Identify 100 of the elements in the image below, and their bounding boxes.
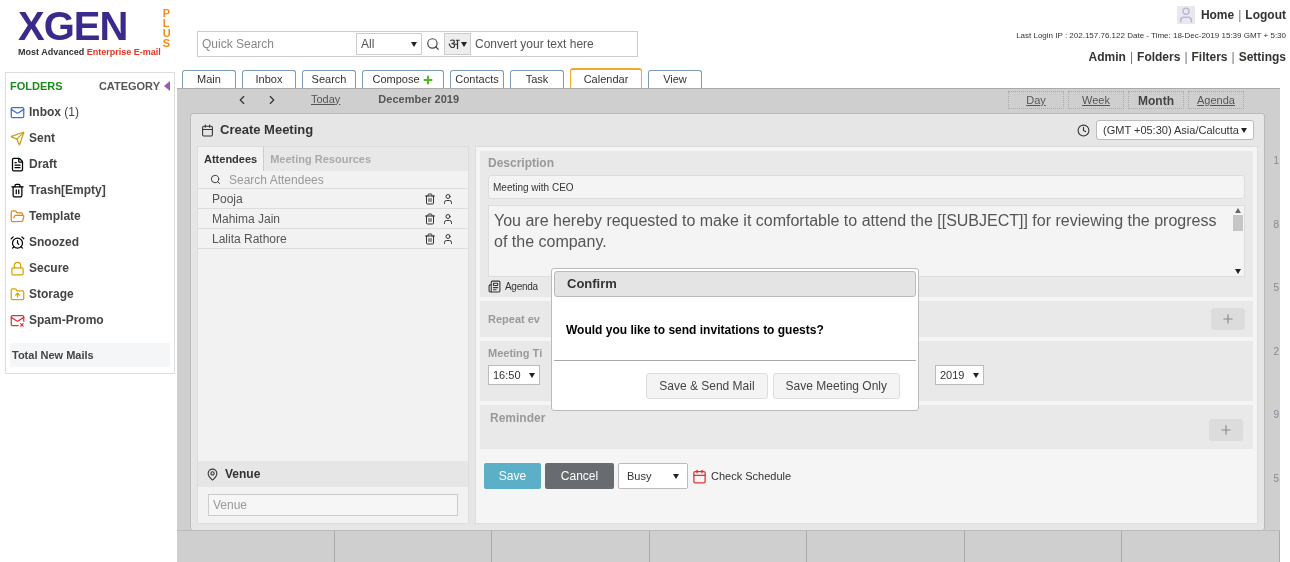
folder-item[interactable]: Secure <box>10 255 170 281</box>
venue-label: Venue <box>225 466 261 483</box>
caret-icon <box>1241 127 1247 133</box>
scope-select[interactable]: All <box>356 33 422 55</box>
alarm-clock-icon <box>10 234 25 250</box>
folder-item[interactable]: Storage <box>10 281 170 307</box>
caret-icon <box>411 41 417 47</box>
calendar-mode-tab[interactable]: Week <box>1068 91 1124 109</box>
reminder-label: Reminder <box>490 410 546 427</box>
cancel-button[interactable]: Cancel <box>545 463 614 489</box>
month-title: December 2019 <box>378 91 460 107</box>
confirm-button[interactable]: Save & Send Mail <box>646 372 768 399</box>
search-bar[interactable]: Quick Search All अ Convert your text here <box>197 31 638 57</box>
meeting-time-label: Meeting Ti <box>488 345 543 361</box>
nav-tab[interactable]: Main <box>182 70 236 88</box>
location-pin-icon <box>206 467 219 481</box>
day-number: 8 <box>1273 217 1279 232</box>
folder-item[interactable]: Template <box>10 203 170 229</box>
day-number: 9 <box>1273 408 1279 423</box>
calendar-mode-tab[interactable]: Day <box>1008 91 1064 109</box>
trash-icon[interactable] <box>424 232 436 245</box>
attendee-name: Pooja <box>212 190 244 208</box>
folder-item[interactable]: Snoozed <box>10 229 170 255</box>
venue-field[interactable]: Venue <box>208 494 458 516</box>
nav-tab[interactable]: View <box>648 70 702 88</box>
lock-icon <box>10 260 25 276</box>
attendee-name: Lalita Rathore <box>212 230 288 248</box>
convert-text-field[interactable]: Convert your text here <box>471 35 637 53</box>
separator: | <box>1183 49 1189 66</box>
header-link[interactable]: Filters <box>1191 48 1228 66</box>
calendar-mode-tab[interactable]: Month <box>1128 91 1184 109</box>
folders-heading: FOLDERS <box>10 78 63 94</box>
trash-icon <box>10 182 25 198</box>
folder-item[interactable]: Sent <box>10 125 170 151</box>
nav-tab[interactable]: Inbox <box>242 70 296 88</box>
spam-icon <box>10 312 25 328</box>
dialog-title: Create Meeting <box>220 121 314 140</box>
separator: | <box>1230 49 1236 66</box>
time-select[interactable]: 16:50 <box>488 365 540 385</box>
confirm-title: Confirm <box>567 275 617 294</box>
logo-tagline: Most Advanced Enterprise E-mail <box>18 46 161 59</box>
search-icon <box>210 174 221 185</box>
confirm-message: Would you like to send invitations to guests? <box>566 321 824 339</box>
document-icon <box>10 156 25 172</box>
panel-tab[interactable]: Attendees <box>198 147 265 171</box>
user-icon[interactable] <box>442 212 454 225</box>
year-select[interactable]: 2019 <box>935 365 984 385</box>
separator: | <box>1128 49 1135 66</box>
confirm-button[interactable]: Save Meeting Only <box>772 372 900 399</box>
nav-tab[interactable]: Contacts <box>450 70 504 88</box>
day-number: 5 <box>1273 471 1279 486</box>
agenda-icon <box>488 280 501 293</box>
day-number: 5 <box>1273 281 1279 296</box>
calendar-icon[interactable] <box>692 468 707 484</box>
trash-icon[interactable] <box>424 192 436 205</box>
script-button[interactable]: अ <box>444 33 471 55</box>
header-link[interactable]: Admin <box>1088 48 1126 66</box>
nav-tab[interactable]: Compose <box>362 70 444 88</box>
plus-icon <box>1219 423 1233 437</box>
search-icon[interactable] <box>426 37 440 51</box>
nav-tab[interactable]: Task <box>510 70 564 88</box>
collapse-icon[interactable] <box>164 81 170 91</box>
header-link[interactable]: Home <box>1200 6 1235 24</box>
header-link[interactable]: Logout <box>1245 6 1286 24</box>
day-number: 1 <box>1273 154 1279 169</box>
caret-icon <box>673 473 679 479</box>
status-select[interactable]: Busy <box>618 463 688 489</box>
clock-icon <box>1077 123 1090 137</box>
user-icon[interactable] <box>442 232 454 245</box>
calendar-mode-tab[interactable]: Agenda <box>1188 91 1244 109</box>
message-textarea[interactable]: You are hereby requested to make it comfortable to attend the [[SUBJECT]] for reviewing the progress of the company. <box>488 205 1245 277</box>
category-heading[interactable]: CATEGORY <box>98 77 170 95</box>
header-link[interactable]: Folders <box>1137 48 1181 66</box>
check-schedule-link[interactable]: Check Schedule <box>711 467 792 485</box>
folder-item[interactable]: Inbox (1) <box>10 99 170 125</box>
folder-item[interactable]: Spam-Promo <box>10 307 170 333</box>
logo-plus: PLUS <box>162 8 172 51</box>
agenda-label[interactable]: Agenda <box>505 279 538 294</box>
day-number: 2 <box>1273 344 1279 359</box>
caret-icon <box>461 41 467 47</box>
scrollbar-thumb[interactable] <box>1233 215 1243 231</box>
folder-icon <box>10 286 25 302</box>
timezone-select[interactable]: (GMT +05:30) Asia/Calcutta <box>1096 120 1254 140</box>
folder-item[interactable]: Trash[Empty] <box>10 177 170 203</box>
last-login-text: Last Login IP : 202.157.76.122 Date - Time: 18-Dec-2019 15:39 GMT + 5:30 <box>1016 30 1286 42</box>
caret-icon <box>973 372 979 378</box>
total-new-mails-label: Total New Mails <box>12 347 94 363</box>
subject-field[interactable]: Meeting with CEO <box>488 175 1245 199</box>
today-link[interactable]: Today <box>311 90 341 107</box>
nav-tab[interactable]: Calendar <box>570 68 642 88</box>
quick-search-field[interactable]: Quick Search <box>198 35 356 53</box>
nav-tab[interactable]: Search <box>302 70 356 88</box>
envelope-icon <box>10 104 25 120</box>
plus-icon <box>1221 312 1235 326</box>
logo-wordmark: XGEN <box>18 6 129 46</box>
user-icon[interactable] <box>442 192 454 205</box>
header-link[interactable]: Settings <box>1238 48 1286 66</box>
folder-item[interactable]: Draft <box>10 151 170 177</box>
trash-icon[interactable] <box>424 212 436 225</box>
calendar-icon <box>201 123 214 137</box>
